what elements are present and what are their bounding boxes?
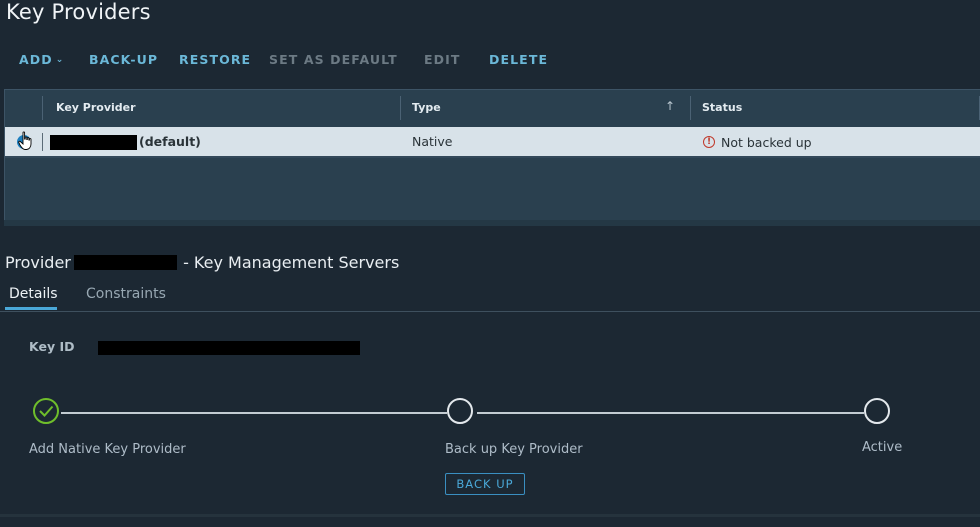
details-title-prefix: Provider xyxy=(5,253,71,272)
grid-footer xyxy=(4,220,980,226)
backup-toolbar-button[interactable]: BACK-UP xyxy=(89,52,158,67)
row-separator xyxy=(42,133,43,151)
checkmark-icon xyxy=(39,405,54,417)
column-header-type[interactable]: Type xyxy=(412,101,441,114)
sort-ascending-icon[interactable]: ↑ xyxy=(665,99,675,113)
type-cell: Native xyxy=(412,134,453,149)
redacted-key-id xyxy=(98,341,360,355)
step-label-active: Active xyxy=(862,440,903,455)
chevron-down-icon: ⌄ xyxy=(55,55,65,65)
delete-button[interactable]: DELETE xyxy=(489,52,548,67)
alert-circle-icon: ! xyxy=(703,136,715,148)
column-header-key-provider[interactable]: Key Provider xyxy=(56,101,136,114)
details-title-suffix: - Key Management Servers xyxy=(183,253,400,272)
tab-details[interactable]: Details xyxy=(9,286,58,302)
grid-header: Key Provider Type ↑ Status xyxy=(5,90,980,127)
details-tabs: Details Constraints xyxy=(0,282,980,312)
table-row[interactable]: (default) Native ! Not backed up xyxy=(5,127,980,158)
bottom-divider xyxy=(0,514,980,517)
column-separator xyxy=(42,96,43,120)
page-title: Key Providers xyxy=(6,0,151,24)
column-separator[interactable] xyxy=(690,96,691,120)
details-title: Provider - Key Management Servers xyxy=(5,253,399,272)
provider-name-cell: (default) xyxy=(139,134,201,149)
add-button[interactable]: ADD ⌄ xyxy=(19,52,64,67)
step-label-add-provider: Add Native Key Provider xyxy=(29,442,186,457)
column-header-status[interactable]: Status xyxy=(702,101,742,114)
restore-button[interactable]: RESTORE xyxy=(179,52,251,67)
redacted-provider-name xyxy=(73,255,177,270)
key-id-label: Key ID xyxy=(29,339,75,354)
back-up-button[interactable]: BACK UP xyxy=(445,473,525,495)
redacted-provider-name xyxy=(50,135,137,150)
status-cell: Not backed up xyxy=(721,135,812,150)
column-separator[interactable] xyxy=(400,96,401,120)
tab-constraints[interactable]: Constraints xyxy=(86,286,166,302)
edit-button[interactable]: EDIT xyxy=(424,52,461,67)
set-as-default-button[interactable]: SET AS DEFAULT xyxy=(269,52,398,67)
hand-cursor-icon xyxy=(18,131,32,150)
add-button-label: ADD xyxy=(19,52,53,67)
step-complete-indicator xyxy=(33,398,59,424)
step-label-backup-provider: Back up Key Provider xyxy=(445,442,583,457)
active-tab-indicator xyxy=(5,307,57,310)
stepper-connector xyxy=(61,412,447,414)
step-pending-indicator xyxy=(447,398,473,424)
step-pending-indicator xyxy=(864,398,890,424)
key-providers-grid: Key Provider Type ↑ Status (default) Nat… xyxy=(4,89,980,222)
stepper-connector xyxy=(477,412,864,414)
